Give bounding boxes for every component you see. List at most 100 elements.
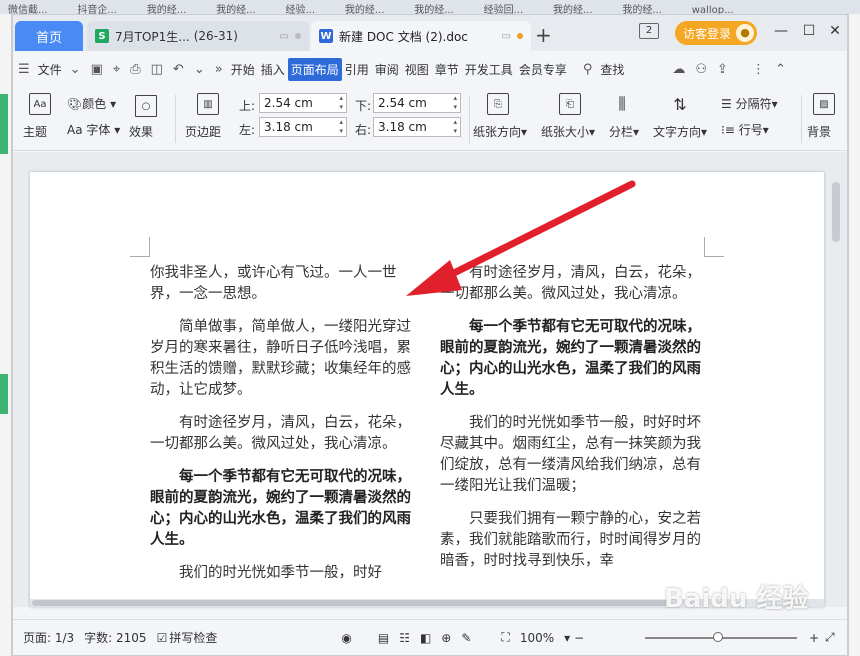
bg-tab[interactable]: 抖音企... (77, 1, 117, 14)
search-label[interactable]: 查找 (597, 58, 627, 81)
close-icon[interactable]: ✕ (825, 23, 845, 39)
cloud-icon[interactable]: ☁ (667, 62, 690, 77)
tab-start[interactable]: 开始 (228, 58, 258, 81)
spell-check-icon[interactable]: ☑ (157, 631, 168, 645)
paper-size-button[interactable]: 纸张大小▾ (541, 123, 595, 140)
tab-home[interactable]: 首页 (15, 21, 83, 51)
bg-tab[interactable]: 我的经... (414, 1, 454, 14)
bg-tab[interactable]: 我的经... (622, 1, 662, 14)
collapse-ribbon-icon[interactable]: ⌃ (770, 62, 791, 77)
margin-icon[interactable]: ▥ (197, 93, 219, 115)
document-page[interactable]: 你我非圣人，或许心有飞过。一人一世界，一念一思想。 简单做事，简单做人，一缕阳光… (30, 172, 824, 607)
font-button[interactable]: Aa 字体 ▾ (67, 121, 120, 138)
columns-button[interactable]: 分栏▾ (609, 123, 639, 140)
screen-icon[interactable]: ▭ (502, 31, 511, 42)
tab-page-layout[interactable]: 页面布局 (287, 57, 342, 81)
fullscreen-icon[interactable]: ⤢ (825, 630, 835, 645)
color-button[interactable]: 🎨︎颜色 ▾ (67, 95, 116, 112)
outline-view-icon[interactable]: ☷ (399, 631, 410, 645)
zoom-level[interactable]: 100% (520, 631, 554, 645)
bg-tab[interactable]: 微信截... (8, 1, 48, 14)
web-view-icon[interactable]: ⊕ (441, 631, 451, 645)
avatar-icon: ● (736, 24, 754, 42)
eye-protection-icon[interactable]: ◉ (341, 631, 351, 645)
zoom-slider-knob[interactable] (713, 632, 723, 642)
zoom-in-icon[interactable]: + (809, 631, 819, 645)
text-direction-label: 文字方向 (653, 125, 702, 139)
bg-tab[interactable]: 我的经... (553, 1, 593, 14)
orientation-button[interactable]: 纸张方向▾ (473, 123, 527, 140)
scroll-thumb[interactable] (32, 600, 672, 606)
background-button[interactable]: 背景 (807, 123, 831, 140)
bg-tab[interactable]: 经验回... (484, 1, 524, 14)
visitor-login-button[interactable]: 访客登录 ● (675, 21, 757, 45)
share-user-icon[interactable]: ⚇ (690, 62, 712, 77)
new-tab-plus-icon[interactable]: + (535, 23, 552, 47)
write-mode-icon[interactable]: ✎ (461, 631, 471, 645)
zoom-dropdown-icon[interactable]: ▾ (564, 631, 570, 645)
tab-developer[interactable]: 开发工具 (462, 58, 516, 81)
redo-icon[interactable]: ⌄ (189, 62, 210, 77)
more-options-icon[interactable]: ⋮ (747, 62, 770, 77)
tab-references[interactable]: 引用 (342, 58, 372, 81)
bg-tab[interactable]: 经验... (286, 1, 316, 14)
vertical-scrollbar[interactable] (831, 172, 841, 592)
palette-icon: 🎨︎ (67, 97, 83, 111)
chevron-down-icon[interactable]: ⌄ (65, 62, 86, 77)
search-icon[interactable]: ⚲ (578, 62, 598, 77)
zoom-out-icon[interactable]: − (574, 631, 584, 645)
format-painter-icon[interactable]: ⌖ (108, 62, 125, 77)
text-direction-button[interactable]: 文字方向▾ (653, 123, 707, 140)
effect-icon[interactable]: ○ (135, 95, 157, 117)
orientation-icon[interactable]: ⎘ (487, 93, 509, 115)
print-icon[interactable]: ⎙ (125, 62, 145, 77)
line-number-button[interactable]: ⁝≡ 行号▾ (721, 121, 769, 138)
word-count[interactable]: 字数: 2105 (84, 629, 146, 646)
export-icon[interactable]: ⇪ (712, 62, 733, 77)
left-margin-input[interactable]: 3.18 cm ▴ ▾ (259, 117, 347, 137)
tab-document[interactable]: W 新建 DOC 文档 (2).doc ▭ (311, 21, 531, 51)
fit-page-icon[interactable]: ⛶ (501, 630, 509, 645)
minimize-icon[interactable]: — (771, 23, 791, 39)
margin-button[interactable]: 页边距 (185, 123, 221, 140)
color-label: 颜色 (82, 97, 107, 111)
tab-insert[interactable]: 插入 (258, 58, 288, 81)
window-count-badge[interactable]: 2 (639, 23, 659, 39)
hamburger-icon[interactable]: ☰ (13, 62, 35, 77)
background-icon[interactable]: ▨ (813, 93, 835, 115)
separator-button[interactable]: ☰ 分隔符▾ (721, 95, 778, 112)
paper-size-icon[interactable]: ⎗ (559, 93, 581, 115)
preview-icon[interactable]: ◫ (146, 62, 168, 77)
more-icon[interactable]: » (210, 62, 228, 77)
bottom-margin-input[interactable]: 2.54 cm ▴ ▾ (373, 93, 461, 113)
columns-icon[interactable]: ⫼ (611, 93, 633, 115)
text-direction-icon[interactable]: ⇅ (669, 93, 691, 115)
tab-member[interactable]: 会员专享 (516, 58, 570, 81)
effect-button[interactable]: 效果 (129, 123, 153, 140)
tab-spreadsheet[interactable]: S 7月TOP1生... (26-31) ▭ (87, 21, 309, 51)
theme-icon[interactable]: Aa (29, 93, 51, 115)
page-view-icon[interactable]: ▤ (378, 631, 389, 645)
bg-tab[interactable]: wallop... (692, 5, 734, 14)
zoom-slider[interactable] (645, 632, 797, 642)
screen-icon[interactable]: ▭ (280, 31, 289, 42)
tab-chapter[interactable]: 章节 (432, 58, 462, 81)
scroll-thumb[interactable] (832, 182, 840, 242)
maximize-icon[interactable]: ☐ (799, 23, 819, 39)
tab-view[interactable]: 视图 (402, 58, 432, 81)
menu-file[interactable]: 文件 (35, 58, 65, 81)
tab-review[interactable]: 审阅 (372, 58, 402, 81)
bg-tab[interactable]: 我的经... (216, 1, 256, 14)
divider (469, 95, 470, 143)
bg-tab[interactable]: 我的经... (345, 1, 385, 14)
undo-icon[interactable]: ↶ (168, 62, 189, 77)
top-margin-input[interactable]: 2.54 cm ▴ ▾ (259, 93, 347, 113)
tab-spreadsheet-label: 7月TOP1生... (115, 29, 190, 44)
save-icon[interactable]: ▣ (86, 62, 108, 77)
read-view-icon[interactable]: ◧ (420, 631, 431, 645)
spell-check-label[interactable]: 拼写检查 (169, 629, 217, 646)
theme-button[interactable]: 主题 (23, 123, 47, 140)
bg-tab[interactable]: 我的经... (147, 1, 187, 14)
page-indicator[interactable]: 页面: 1/3 (23, 629, 74, 646)
right-margin-input[interactable]: 3.18 cm ▴ ▾ (373, 117, 461, 137)
